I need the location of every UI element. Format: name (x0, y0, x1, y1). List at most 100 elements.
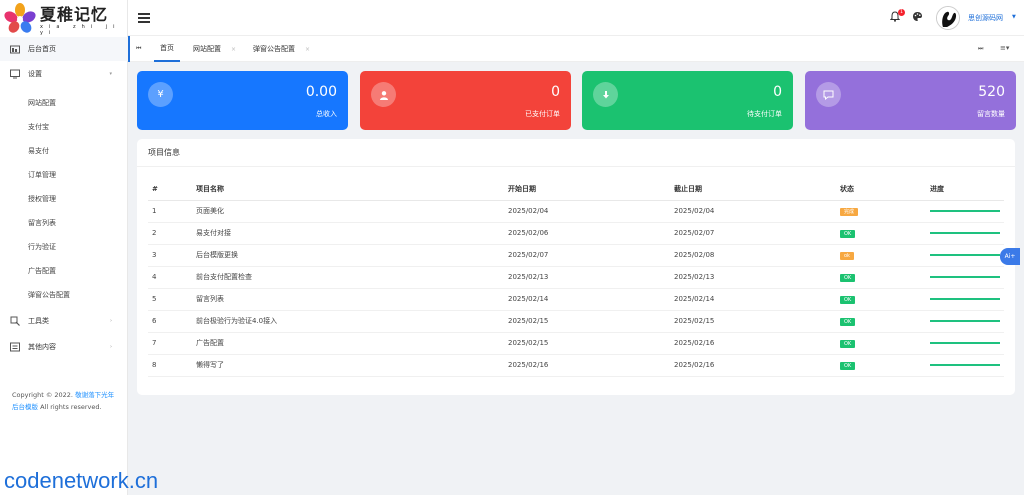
status-badge: OK (840, 229, 856, 238)
stat-card-paid-orders: 0 已支付订单 (360, 71, 571, 130)
status-cell: OK (836, 266, 926, 289)
copyright-suffix: All rights reserved. (40, 403, 102, 411)
avatar[interactable] (936, 6, 960, 30)
download-icon (593, 82, 618, 107)
yen-icon: ¥ (148, 82, 173, 107)
table-row: 2 易支付对接 2025/02/06 2025/02/07 OK (148, 222, 1004, 245)
end-date: 2025/02/04 (670, 200, 836, 223)
row-number: 4 (148, 266, 192, 289)
status-cell: 完成 (836, 200, 926, 223)
copyright-prefix: Copyright © 2022. (12, 391, 74, 399)
flower-logo-icon (4, 2, 36, 34)
scroll-right-icon[interactable]: ⏭ (978, 45, 983, 53)
status-cell: ok (836, 244, 926, 267)
start-date: 2025/02/13 (504, 266, 670, 289)
stat-card-pending-orders: 0 待支付订单 (582, 71, 793, 130)
tab-menu-icon[interactable]: ≡▾ (1000, 44, 1009, 52)
scroll-left-icon[interactable]: ⏮ (136, 45, 141, 53)
close-icon[interactable]: × (305, 46, 310, 53)
progress-fill (930, 254, 1000, 256)
table-row: 5 留言列表 2025/02/14 2025/02/14 OK (148, 288, 1004, 311)
start-date: 2025/02/14 (504, 288, 670, 311)
sidebar-item-dashboard[interactable]: 后台首页 (0, 37, 128, 61)
status-cell: OK (836, 222, 926, 245)
close-icon[interactable]: × (231, 46, 236, 53)
stat-value: 0 (551, 84, 560, 100)
project-name: 易支付对接 (192, 222, 504, 245)
sidebar-subitem-epay[interactable]: 易支付 (0, 139, 128, 163)
progress-cell (926, 332, 1004, 355)
stat-value: 0 (773, 84, 782, 100)
row-number: 2 (148, 222, 192, 245)
project-name: 懒得写了 (192, 354, 504, 377)
sidebar-subitem-messages[interactable]: 留言列表 (0, 211, 128, 235)
user-icon (371, 82, 396, 107)
table-row: 7 广告配置 2025/02/15 2025/02/16 OK (148, 332, 1004, 355)
project-table: # 项目名称 开始日期 截止日期 状态 进度 1 页面美化 2025/02/04 20… (148, 178, 1004, 377)
stat-label: 留言数量 (977, 110, 1005, 118)
status-cell: OK (836, 288, 926, 311)
chevron-right-icon: › (110, 318, 112, 324)
table-row: 6 前台极验行为验证4.0接入 2025/02/15 2025/02/15 OK (148, 310, 1004, 333)
sidebar-item-label: 其他内容 (28, 343, 56, 351)
tab-label: 网站配置 (193, 45, 221, 53)
progress-cell (926, 354, 1004, 377)
content-icon (10, 342, 20, 352)
end-date: 2025/02/16 (670, 332, 836, 355)
sidebar-subitem-popup[interactable]: 弹窗公告配置 (0, 283, 128, 307)
logo[interactable]: 夏稚记忆 xia zhi ji yi (0, 0, 127, 36)
username[interactable]: 思创源码网 (968, 13, 1003, 23)
dashboard-icon (10, 44, 20, 54)
stat-value: 0.00 (305, 84, 337, 100)
stat-card-messages: 520 留言数量 (805, 71, 1016, 130)
sidebar-item-label: 设置 (28, 70, 42, 78)
project-name: 前台支付配置检查 (192, 266, 504, 289)
progress-fill (930, 298, 1000, 300)
logo-title: 夏稚记忆 (40, 4, 109, 24)
project-name: 页面美化 (192, 200, 504, 223)
status-badge: OK (840, 273, 856, 282)
stat-card-income: ¥ 0.00 总收入 (137, 71, 348, 130)
sidebar-item-settings[interactable]: 设置 ▾ (0, 62, 128, 86)
start-date: 2025/02/15 (504, 310, 670, 333)
sidebar-item-label: 后台首页 (28, 45, 56, 53)
sidebar-item-label: 工具类 (28, 317, 49, 325)
project-name: 后台模版更换 (192, 244, 504, 267)
column-header: # (148, 178, 192, 201)
stat-value: 520 (978, 84, 1005, 100)
menu-toggle-icon[interactable] (138, 13, 150, 23)
sidebar-subitem-orders[interactable]: 订单管理 (0, 163, 128, 187)
tab-home[interactable]: 首页 (154, 36, 180, 62)
sidebar-subitem-ads[interactable]: 广告配置 (0, 259, 128, 283)
caret-down-icon[interactable]: ▼ (1012, 14, 1016, 20)
start-date: 2025/02/16 (504, 354, 670, 377)
column-header: 进度 (926, 178, 1004, 201)
panel-title: 项目信息 (137, 139, 1015, 167)
stat-label: 待支付订单 (747, 110, 782, 118)
tab-popup-config[interactable]: 弹窗公告配置 × (253, 36, 310, 62)
sidebar-item-tools[interactable]: 工具类 › (0, 309, 128, 333)
notification-badge: 1 (898, 9, 905, 16)
status-badge: OK (840, 339, 856, 348)
progress-bar (930, 254, 1000, 256)
sidebar-subitem-captcha[interactable]: 行为验证 (0, 235, 128, 259)
end-date: 2025/02/15 (670, 310, 836, 333)
sidebar-subitem-site-config[interactable]: 网站配置 (0, 91, 128, 115)
progress-cell (926, 222, 1004, 245)
tab-site-config[interactable]: 网站配置 × (193, 36, 236, 62)
status-cell: OK (836, 354, 926, 377)
chevron-down-icon: ▾ (109, 71, 112, 77)
progress-bar (930, 210, 1000, 212)
ai-assistant-button[interactable]: Ai+ (1000, 248, 1020, 265)
tab-bar: ⏮ 首页 网站配置 × 弹窗公告配置 × ⏭ ≡▾ (128, 36, 1024, 62)
start-date: 2025/02/15 (504, 332, 670, 355)
palette-icon[interactable] (912, 11, 923, 24)
project-info-panel: 项目信息 # 项目名称 开始日期 截止日期 状态 进度 1 页面美化 2025/02… (137, 139, 1015, 395)
sidebar-subitem-license[interactable]: 授权管理 (0, 187, 128, 211)
row-number: 7 (148, 332, 192, 355)
sidebar-item-other[interactable]: 其他内容 › (0, 335, 128, 359)
progress-fill (930, 232, 1000, 234)
tools-icon (10, 316, 20, 326)
table-header-row: # 项目名称 开始日期 截止日期 状态 进度 (148, 178, 1004, 201)
sidebar-subitem-alipay[interactable]: 支付宝 (0, 115, 128, 139)
